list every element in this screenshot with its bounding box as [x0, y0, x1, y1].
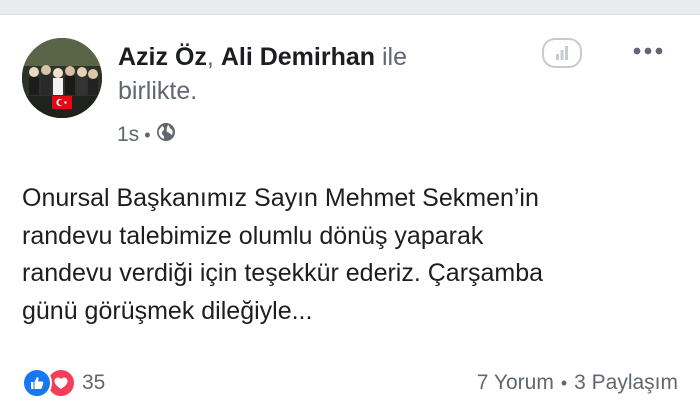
insights-button[interactable]	[542, 38, 582, 68]
meta-separator: •	[144, 124, 151, 145]
post-footer: 35 7 Yorum • 3 Paylaşım	[22, 366, 678, 400]
post-body: Onursal Başkanımız Sayın Mehmet Sekmen’i…	[22, 180, 678, 330]
post-text-line: Onursal Başkanımız Sayın Mehmet Sekmen’i…	[22, 184, 539, 212]
more-options-button[interactable]	[628, 38, 668, 64]
post-timestamp[interactable]: 1s	[117, 123, 139, 147]
insights-icon	[556, 46, 568, 60]
more-options-icon	[633, 47, 663, 55]
counts-separator: •	[560, 372, 568, 393]
engagement-counts: 7 Yorum • 3 Paylaşım	[477, 371, 678, 395]
tagged-user-link[interactable]: Ali Demirhan	[221, 43, 375, 71]
comments-count-link[interactable]: 7 Yorum	[477, 371, 554, 395]
post-text-line: randevu talebimize olumlu dönüş yaparak	[22, 221, 484, 250]
author-avatar[interactable]	[22, 38, 102, 118]
post-text-line: günü görüşmek dileğiyle...	[22, 296, 313, 325]
shares-count-link[interactable]: 3 Paylaşım	[574, 371, 678, 395]
with-prefix: ile	[381, 43, 407, 71]
author-name-link[interactable]: Aziz Öz	[118, 43, 207, 71]
reaction-icons	[22, 368, 76, 398]
like-icon	[22, 368, 52, 398]
post-meta: 1s •	[117, 122, 176, 148]
post-header: Aziz Öz, Ali Demirhan ile birlikte. 1s •	[22, 38, 678, 158]
author-comma: ,	[206, 43, 214, 71]
globe-icon	[156, 122, 176, 148]
feed-divider	[0, 0, 700, 15]
post-authors: Aziz Öz, Ali Demirhan ile birlikte.	[118, 40, 498, 108]
with-suffix: birlikte.	[118, 77, 198, 105]
reaction-count: 35	[82, 371, 106, 394]
group-photo-image	[22, 38, 102, 118]
post-text-line: randevu verdiği için teşekkür ederiz. Ça…	[22, 259, 544, 287]
reactions-summary[interactable]: 35	[22, 368, 105, 398]
